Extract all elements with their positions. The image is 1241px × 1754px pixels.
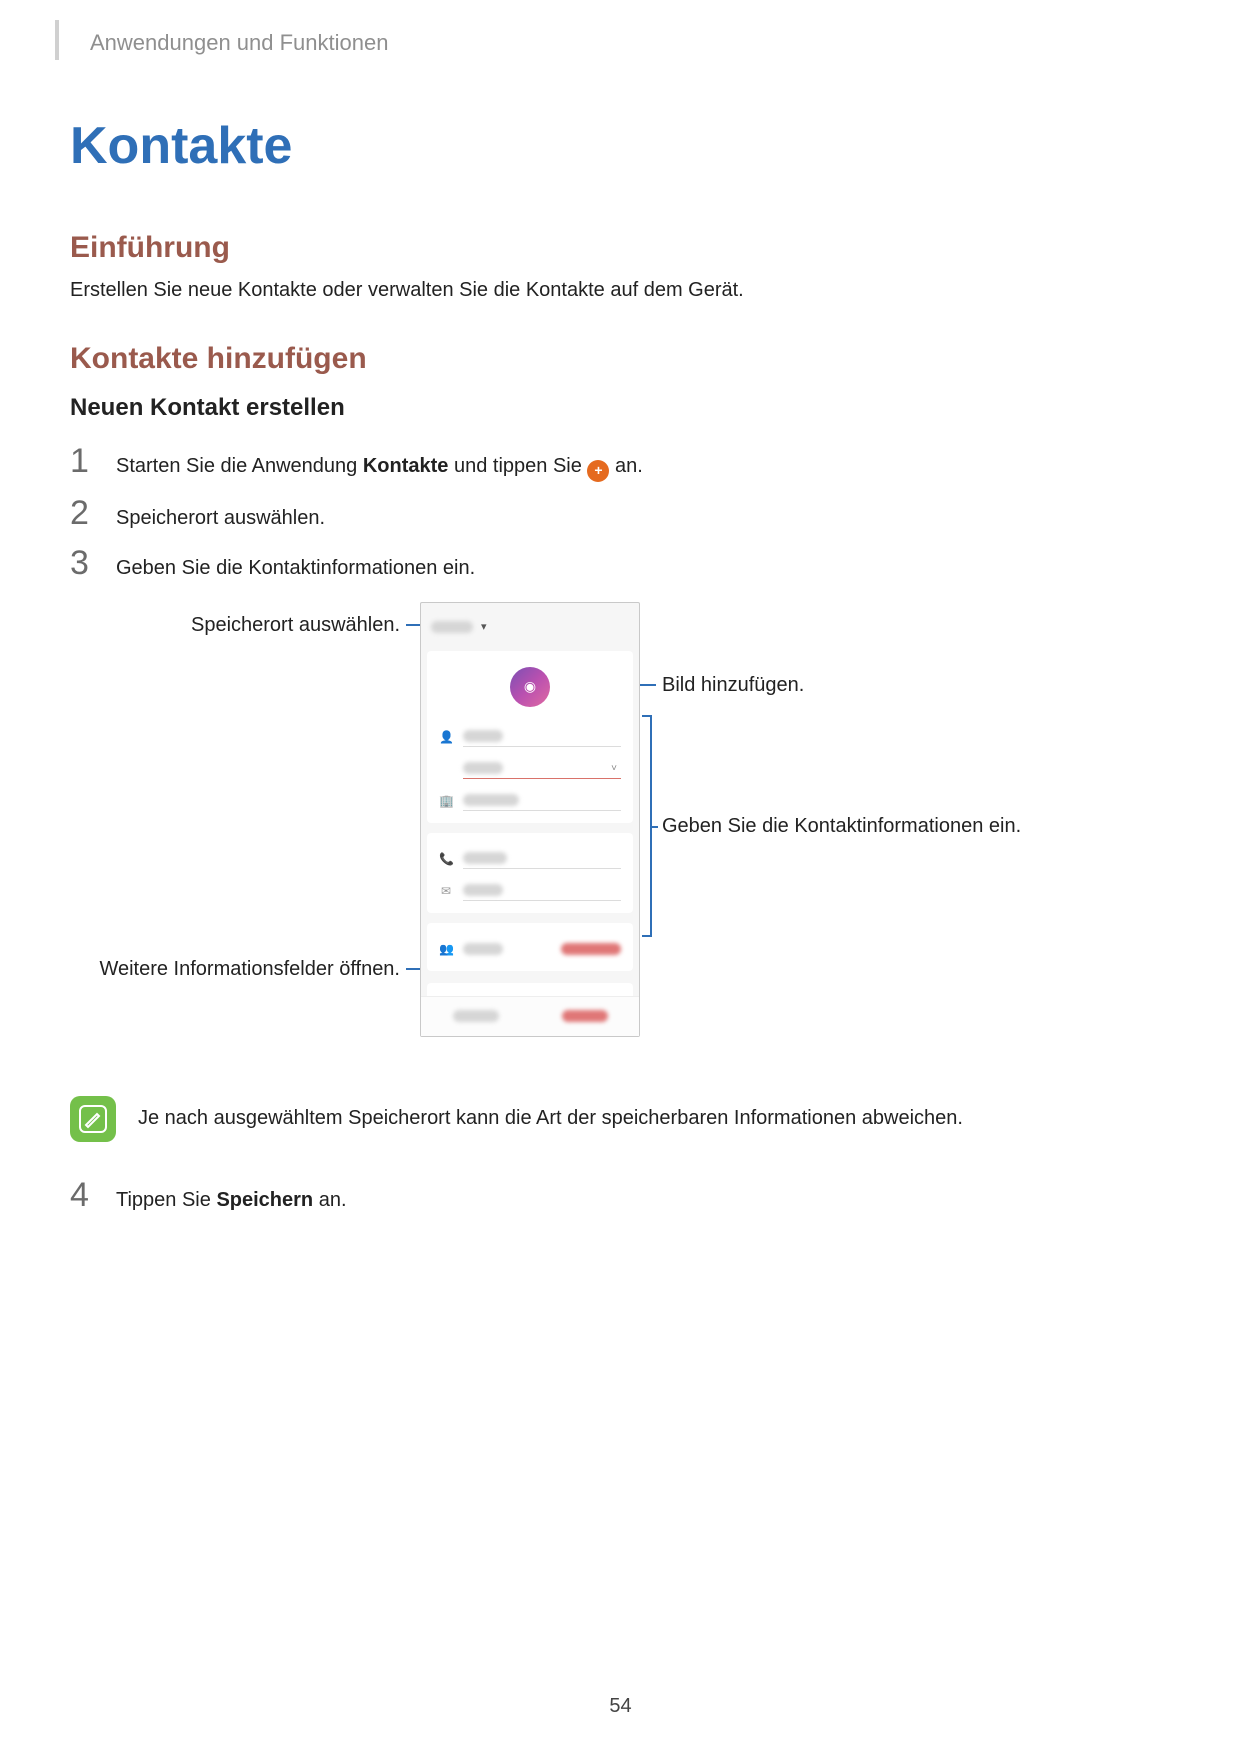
save-button[interactable] <box>562 1010 608 1022</box>
placeholder-blur <box>463 730 503 742</box>
text-frag: Tippen Sie <box>116 1189 216 1211</box>
phone-icon: 📞 <box>439 852 453 866</box>
callout-storage: Speicherort auswählen. <box>170 614 400 637</box>
chevron-down-icon[interactable]: ˅ <box>611 763 621 774</box>
value-blur <box>561 943 621 955</box>
side-rule <box>55 20 59 60</box>
note-icon <box>70 1096 116 1142</box>
callout-more-fields: Weitere Informationsfelder öffnen. <box>98 958 400 981</box>
leader-line <box>652 826 658 828</box>
pencil-icon <box>79 1105 107 1133</box>
text-frag: an. <box>313 1189 346 1211</box>
text-bold: Kontakte <box>363 455 449 477</box>
intro-heading: Einführung <box>70 231 1171 265</box>
placeholder-blur <box>463 762 503 774</box>
step-number: 2 <box>70 496 94 530</box>
placeholder-blur <box>463 794 519 806</box>
intro-text: Erstellen Sie neue Kontakte oder verwalt… <box>70 279 1171 302</box>
add-contact-icon: + <box>587 460 609 482</box>
step-4: 4 Tippen Sie Speichern an. <box>70 1178 1171 1214</box>
field-groups[interactable]: 👥 <box>427 933 633 965</box>
cancel-button[interactable] <box>453 1010 499 1022</box>
mail-icon: ✉ <box>439 884 453 898</box>
step-number: 4 <box>70 1178 94 1212</box>
step-text: Speicherort auswählen. <box>116 504 325 532</box>
group-icon: 👥 <box>439 942 453 956</box>
step-2: 2 Speicherort auswählen. <box>70 496 1171 532</box>
bottom-action-bar <box>421 996 639 1036</box>
figure-contact-editor: Speicherort auswählen. Weitere Informati… <box>70 602 1171 1072</box>
storage-selector[interactable]: ▾ <box>421 603 639 651</box>
camera-icon: ◉ <box>524 678 536 695</box>
building-icon: 🏢 <box>439 794 453 808</box>
placeholder-blur <box>463 884 503 896</box>
step-number: 1 <box>70 444 94 478</box>
field-work[interactable]: 🏢 <box>427 785 633 817</box>
page-number: 54 <box>0 1695 1241 1718</box>
placeholder-blur <box>463 943 503 955</box>
step-text: Geben Sie die Kontaktinformationen ein. <box>116 554 475 582</box>
note-text: Je nach ausgewähltem Speicherort kann di… <box>138 1107 963 1130</box>
field-name[interactable]: 👤 <box>427 721 633 753</box>
step-number: 3 <box>70 546 94 580</box>
page-title: Kontakte <box>70 116 1171 176</box>
text-frag: und tippen Sie <box>448 455 587 477</box>
phone-mock: ▾ ◉ 👤 ˅ 🏢 <box>420 602 640 1037</box>
breadcrumb: Anwendungen und Funktionen <box>70 30 1171 56</box>
section-subheading: Neuen Kontakt erstellen <box>70 394 1171 422</box>
step-3: 3 Geben Sie die Kontaktinformationen ein… <box>70 546 1171 582</box>
placeholder-blur <box>463 852 507 864</box>
step-text: Starten Sie die Anwendung Kontakte und t… <box>116 452 643 482</box>
text-bold: Speichern <box>216 1189 313 1211</box>
field-email[interactable]: ✉ <box>427 875 633 907</box>
dropdown-icon: ▾ <box>481 620 487 633</box>
note-block: Je nach ausgewähltem Speicherort kann di… <box>70 1096 1171 1142</box>
add-photo-button[interactable]: ◉ <box>510 667 550 707</box>
step-text: Tippen Sie Speichern an. <box>116 1186 347 1214</box>
callout-photo: Bild hinzufügen. <box>662 674 804 697</box>
person-icon: 👤 <box>439 730 453 744</box>
text-frag: an. <box>609 455 642 477</box>
card-main: ◉ 👤 ˅ 🏢 <box>427 651 633 823</box>
text-frag: Starten Sie die Anwendung <box>116 455 363 477</box>
field-name-2[interactable]: ˅ <box>427 753 633 785</box>
storage-label <box>431 621 473 633</box>
callout-bracket <box>642 715 652 937</box>
field-phone[interactable]: 📞 <box>427 843 633 875</box>
section-heading: Kontakte hinzufügen <box>70 342 1171 376</box>
step-1: 1 Starten Sie die Anwendung Kontakte und… <box>70 444 1171 482</box>
callout-info: Geben Sie die Kontaktinformationen ein. <box>662 815 1022 838</box>
card-groups: 👥 <box>427 923 633 971</box>
card-contact: 📞 ✉ <box>427 833 633 913</box>
